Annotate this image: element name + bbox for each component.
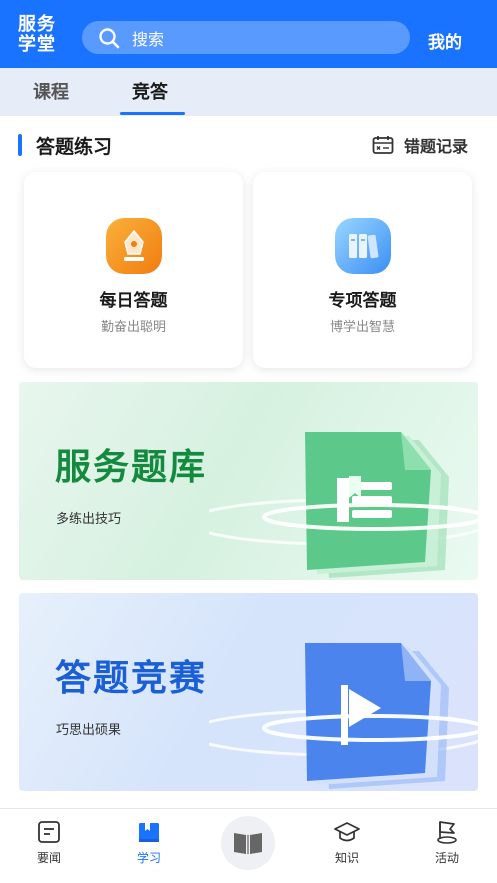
card-title: 专项答题 (328, 291, 397, 311)
section-title: 答题练习 (36, 136, 113, 158)
tab-course[interactable]: 课程 (33, 78, 69, 104)
banner-title: 答题竞赛 (55, 658, 208, 699)
section-accent-bar (18, 134, 22, 156)
question-bank-banner[interactable]: 服务题库 多练出技巧 (19, 382, 478, 580)
pen-nib-icon (106, 218, 162, 274)
mistakes-record-button[interactable]: 错题记录 (372, 133, 468, 157)
open-book-icon (234, 833, 262, 854)
logo-line2: 学堂 (18, 34, 56, 55)
card-subtitle: 博学出智慧 (329, 320, 395, 335)
nav-item-study[interactable]: 学习 (119, 819, 179, 866)
nav-label: 要闻 (36, 851, 61, 865)
nav-label: 学习 (136, 851, 161, 865)
quiz-competition-banner[interactable]: 答题竞赛 巧思出硕果 (19, 593, 478, 791)
search-placeholder: 搜索 (132, 29, 165, 49)
special-quiz-card[interactable]: 专项答题 博学出智慧 (253, 172, 472, 368)
nav-item-activity[interactable]: 活动 (417, 819, 477, 866)
card-subtitle: 勤奋出聪明 (100, 320, 166, 335)
document-bookmark-icon (209, 432, 478, 578)
banner-title: 服务题库 (55, 447, 208, 488)
nav-item-news[interactable]: 要闻 (19, 819, 79, 866)
nav-label: 知识 (334, 851, 359, 865)
tab-quiz[interactable]: 竞答 (132, 78, 168, 104)
calendar-icon (372, 136, 394, 154)
nav-label: 活动 (434, 851, 459, 865)
book-study-icon (139, 823, 159, 842)
logo-line1: 服务 (18, 14, 56, 35)
mistakes-record-label: 错题记录 (404, 137, 469, 156)
mine-button[interactable]: 我的 (428, 28, 462, 53)
nav-item-knowledge[interactable]: 知识 (317, 819, 377, 866)
card-title: 每日答题 (99, 291, 168, 311)
app-logo[interactable]: 服务 学堂 (18, 15, 64, 55)
center-book-button[interactable] (221, 816, 275, 870)
search-icon (99, 27, 120, 48)
banner-subtitle: 多练出技巧 (56, 512, 122, 527)
daily-quiz-card[interactable]: 每日答题 勤奋出聪明 (24, 172, 243, 368)
graduation-cap-icon (334, 822, 360, 842)
banner-subtitle: 巧思出硕果 (56, 723, 122, 738)
document-play-icon (209, 643, 478, 789)
top-header: 服务 学堂 搜索 我的 (0, 0, 497, 68)
search-input[interactable]: 搜索 (82, 21, 410, 54)
news-icon (38, 821, 60, 843)
active-tab-indicator (120, 112, 185, 115)
bottom-nav: 要闻 学习 知识 活动 (0, 808, 497, 883)
books-icon (335, 218, 391, 274)
tab-bar: 课程 竞答 (0, 68, 497, 116)
activity-flag-icon (437, 821, 457, 844)
